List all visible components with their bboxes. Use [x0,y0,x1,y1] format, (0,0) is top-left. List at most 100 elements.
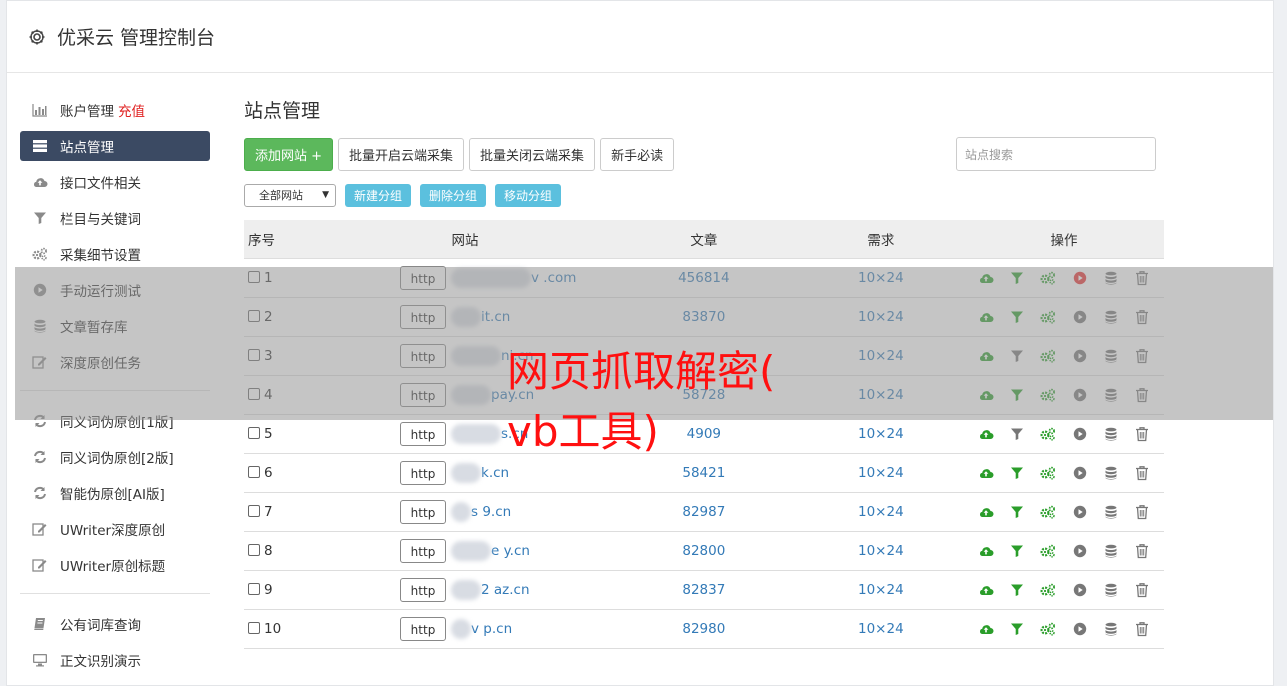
sidebar-item[interactable]: 公有词库查询 [20,606,210,642]
cogs-icon[interactable] [1040,387,1056,403]
site-link[interactable]: it.cn [481,309,510,325]
trash-icon[interactable] [1134,621,1150,637]
protocol-button[interactable]: http [400,538,446,563]
site-link[interactable]: v .com [531,270,576,286]
site-link[interactable]: e y.cn [491,543,530,559]
articles-count[interactable]: 4909 [610,414,798,454]
move-group-button[interactable]: 移动分组 [495,183,562,207]
articles-count[interactable]: 82800 [610,531,798,571]
site-link[interactable]: pay.cn [491,387,534,403]
batch-close-cloud-button[interactable]: 批量关闭云端采集 [469,137,596,171]
database-icon[interactable] [1103,582,1119,598]
sidebar-item[interactable]: 正文识别演示 [20,642,210,678]
play-circle-icon[interactable] [1072,270,1088,286]
cogs-icon[interactable] [1040,543,1056,559]
database-icon[interactable] [1103,426,1119,442]
articles-count[interactable] [610,336,798,376]
cogs-icon[interactable] [1040,270,1056,286]
trash-icon[interactable] [1134,543,1150,559]
trash-icon[interactable] [1134,582,1150,598]
play-circle-icon[interactable] [1072,621,1088,637]
demand-value[interactable]: 10×24 [797,531,964,571]
database-icon[interactable] [1103,348,1119,364]
play-circle-icon[interactable] [1072,387,1088,403]
sidebar-item[interactable]: 同义词伪原创[2版] [20,439,210,475]
database-icon[interactable] [1103,309,1119,325]
trash-icon[interactable] [1134,387,1150,403]
demand-value[interactable]: 10×24 [797,375,964,415]
articles-count[interactable]: 58421 [610,453,798,493]
row-checkbox[interactable] [248,426,260,439]
site-link[interactable]: 2 az.cn [481,582,530,598]
demand-value[interactable]: 10×24 [797,570,964,610]
row-checkbox[interactable] [248,465,260,478]
trash-icon[interactable] [1134,348,1150,364]
trash-icon[interactable] [1134,465,1150,481]
new-group-button[interactable]: 新建分组 [345,183,412,207]
row-checkbox[interactable] [248,270,260,283]
row-checkbox[interactable] [248,543,260,556]
row-checkbox[interactable] [248,621,260,634]
database-icon[interactable] [1103,621,1119,637]
cloud-upload-icon[interactable] [978,309,994,325]
cloud-upload-icon[interactable] [978,504,994,520]
guide-button[interactable]: 新手必读 [600,137,675,171]
cogs-icon[interactable] [1040,504,1056,520]
sidebar-item[interactable]: 栏目与关键词 [20,200,210,236]
articles-count[interactable]: 82987 [610,492,798,532]
filter-icon[interactable] [1009,582,1025,598]
filter-icon[interactable] [1009,504,1025,520]
sidebar-item[interactable]: 同义词伪原创[1版] [20,403,210,439]
filter-icon[interactable] [1009,309,1025,325]
sidebar-item[interactable]: 接口文件相关 [20,164,210,200]
protocol-button[interactable]: http [400,460,446,485]
demand-value[interactable]: 10×24 [797,492,964,532]
trash-icon[interactable] [1134,270,1150,286]
play-circle-icon[interactable] [1072,426,1088,442]
sidebar-item[interactable]: UWriter深度原创 [20,511,210,547]
cogs-icon[interactable] [1040,348,1056,364]
play-circle-icon[interactable] [1072,465,1088,481]
protocol-button[interactable]: http [400,577,446,602]
cogs-icon[interactable] [1040,621,1056,637]
filter-icon[interactable] [1009,387,1025,403]
site-link[interactable]: ni.cn [501,348,534,364]
play-circle-icon[interactable] [1072,543,1088,559]
cloud-upload-icon[interactable] [978,621,994,637]
sidebar-item[interactable]: 手动运行测试 [20,272,210,308]
trash-icon[interactable] [1134,309,1150,325]
filter-icon[interactable] [1009,621,1025,637]
row-checkbox[interactable] [248,348,260,361]
filter-icon[interactable] [1009,270,1025,286]
demand-value[interactable]: 10×24 [797,609,964,649]
trash-icon[interactable] [1134,426,1150,442]
protocol-button[interactable]: http [400,343,446,368]
play-circle-icon[interactable] [1072,504,1088,520]
demand-value[interactable]: 10×24 [797,453,964,493]
row-checkbox[interactable] [248,387,260,400]
site-link[interactable]: k.cn [481,465,509,481]
database-icon[interactable] [1103,504,1119,520]
row-checkbox[interactable] [248,582,260,595]
row-checkbox[interactable] [248,309,260,322]
database-icon[interactable] [1103,465,1119,481]
protocol-button[interactable]: http [400,616,446,641]
sidebar-item[interactable]: 采集细节设置 [20,236,210,272]
cloud-upload-icon[interactable] [978,426,994,442]
sidebar-item[interactable]: 账户管理 充值 [20,92,210,128]
cloud-upload-icon[interactable] [978,465,994,481]
demand-value[interactable]: 10×24 [797,297,964,337]
batch-open-cloud-button[interactable]: 批量开启云端采集 [338,137,465,171]
play-circle-icon[interactable] [1072,309,1088,325]
demand-value[interactable]: 10×24 [797,414,964,454]
sidebar-item[interactable]: 深度原创任务 [20,344,210,380]
trash-icon[interactable] [1134,504,1150,520]
articles-count[interactable]: 82837 [610,570,798,610]
protocol-button[interactable]: http [400,265,446,290]
cogs-icon[interactable] [1040,582,1056,598]
filter-icon[interactable] [1009,426,1025,442]
protocol-button[interactable]: http [400,382,446,407]
play-circle-icon[interactable] [1072,348,1088,364]
cogs-icon[interactable] [1040,309,1056,325]
sidebar-item[interactable]: UWriter原创标题 [20,547,210,583]
